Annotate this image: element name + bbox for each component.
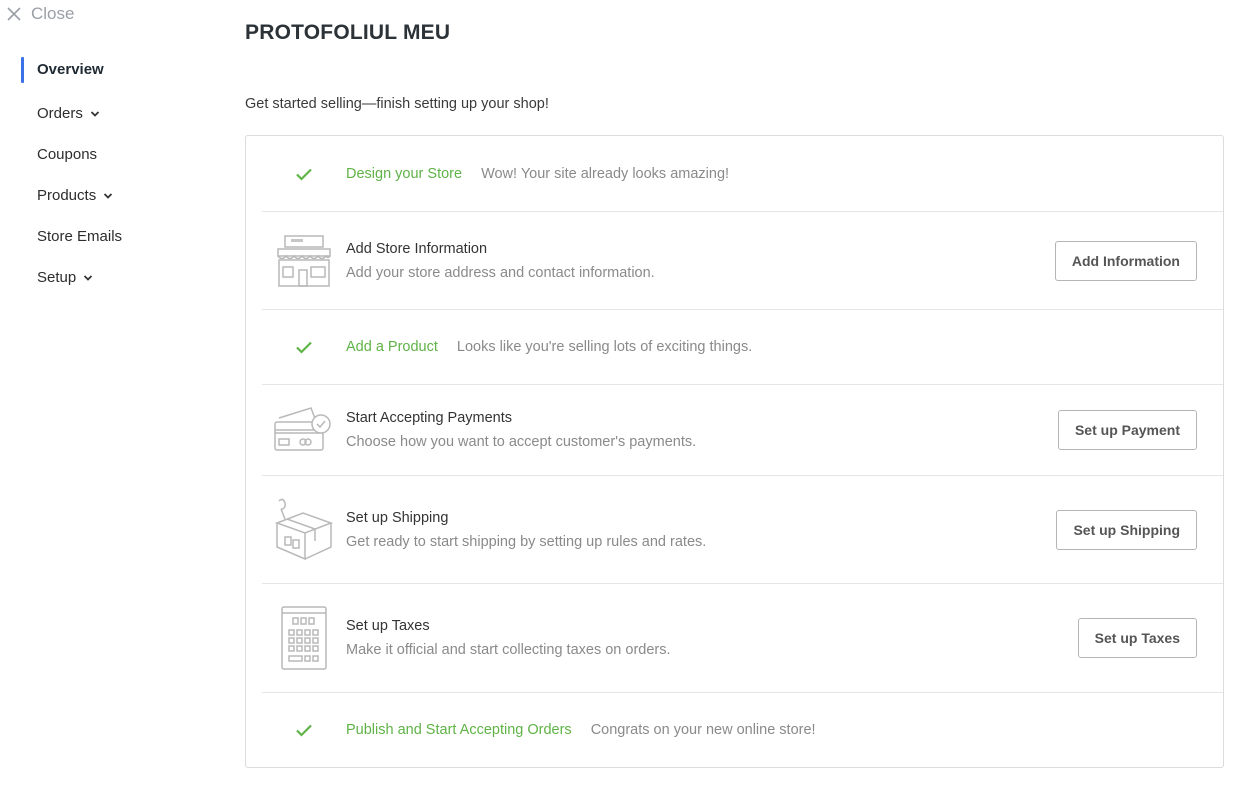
check-icon bbox=[296, 168, 312, 181]
sidebar-item-coupons[interactable]: Coupons bbox=[21, 134, 221, 175]
step-description: Choose how you want to accept customer's… bbox=[346, 434, 697, 450]
close-icon bbox=[7, 7, 21, 21]
step-link-add-product[interactable]: Add a Product bbox=[346, 339, 438, 355]
step-add-store-info: Add Store Information Add your store add… bbox=[262, 212, 1223, 310]
set-up-payment-button[interactable]: Set up Payment bbox=[1057, 410, 1197, 450]
sidebar-item-label: Overview bbox=[37, 61, 104, 78]
step-description: Looks like you're selling lots of exciti… bbox=[456, 339, 753, 355]
sidebar-item-orders[interactable]: Orders bbox=[21, 93, 221, 134]
credit-card-icon bbox=[274, 407, 331, 451]
step-publish: Publish and Start Accepting Orders Congr… bbox=[262, 693, 1223, 767]
sidebar-item-setup[interactable]: Setup bbox=[21, 257, 221, 298]
sidebar-item-label: Products bbox=[37, 187, 97, 204]
step-link-design-store[interactable]: Design your Store bbox=[346, 166, 462, 182]
sidebar-item-label: Orders bbox=[37, 105, 83, 122]
main-content: PROTOFOLIUL MEU Get started selling—fini… bbox=[245, 0, 1226, 768]
sidebar-item-products[interactable]: Products bbox=[21, 175, 221, 216]
close-button[interactable]: Close bbox=[6, 4, 74, 24]
sidebar-item-label: Coupons bbox=[37, 146, 98, 163]
storefront-icon bbox=[277, 234, 331, 287]
shipping-box-icon bbox=[274, 498, 334, 560]
page-title: PROTOFOLIUL MEU bbox=[245, 21, 451, 44]
step-shipping: Set up Shipping Get ready to start shipp… bbox=[262, 476, 1223, 584]
calculator-icon bbox=[281, 606, 327, 670]
chevron-down-icon bbox=[104, 192, 113, 199]
set-up-taxes-button[interactable]: Set up Taxes bbox=[1077, 618, 1197, 658]
setup-checklist: Design your Store Wow! Your site already… bbox=[245, 135, 1224, 768]
step-description: Add your store address and contact infor… bbox=[346, 264, 655, 281]
sidebar-item-overview[interactable]: Overview bbox=[21, 52, 221, 93]
step-description: Wow! Your site already looks amazing! bbox=[481, 165, 730, 182]
step-title: Add Store Information bbox=[346, 240, 488, 257]
step-description: Get ready to start shipping by setting u… bbox=[346, 533, 707, 550]
chevron-down-icon bbox=[90, 110, 99, 117]
sidebar-item-label: Setup bbox=[37, 269, 77, 286]
step-description: Make it official and start collecting ta… bbox=[346, 642, 671, 658]
step-title: Start Accepting Payments bbox=[346, 410, 513, 426]
step-add-product: Add a Product Looks like you're selling … bbox=[262, 310, 1223, 385]
step-link-publish[interactable]: Publish and Start Accepting Orders bbox=[346, 722, 572, 738]
check-icon bbox=[296, 724, 312, 737]
step-title: Set up Taxes bbox=[346, 618, 430, 634]
chevron-down-icon bbox=[84, 274, 93, 281]
add-information-button[interactable]: Add Information bbox=[1054, 240, 1197, 281]
sidebar-item-store-emails[interactable]: Store Emails bbox=[21, 216, 221, 257]
step-accept-payments: Start Accepting Payments Choose how you … bbox=[262, 385, 1223, 476]
step-taxes: Set up Taxes Make it official and start … bbox=[262, 584, 1223, 693]
close-label: Close bbox=[31, 4, 75, 23]
step-design-store: Design your Store Wow! Your site already… bbox=[262, 136, 1223, 212]
set-up-shipping-button[interactable]: Set up Shipping bbox=[1056, 509, 1197, 550]
page-subtitle: Get started selling—finish setting up yo… bbox=[245, 96, 549, 112]
check-icon bbox=[296, 341, 312, 354]
step-title: Set up Shipping bbox=[346, 509, 449, 526]
sidebar-nav: Overview Orders Coupons Products Store E… bbox=[21, 52, 221, 298]
sidebar-item-label: Store Emails bbox=[37, 228, 123, 245]
step-description: Congrats on your new online store! bbox=[590, 722, 816, 738]
